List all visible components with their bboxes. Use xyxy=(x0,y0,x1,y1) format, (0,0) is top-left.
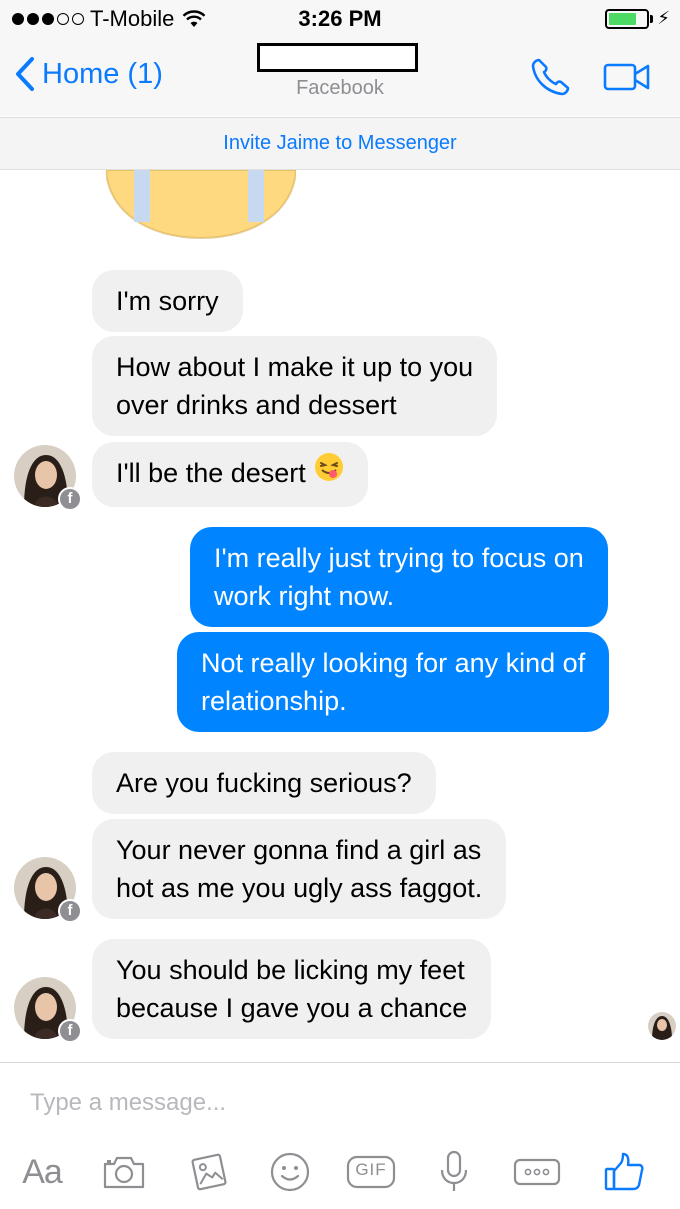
message-composer: Type a message... Aa GIF xyxy=(0,1062,680,1209)
incoming-message: I'm sorry xyxy=(92,270,243,332)
emoji-button[interactable] xyxy=(266,1147,314,1197)
sticker-image[interactable] xyxy=(106,170,296,240)
contact-avatar[interactable]: f xyxy=(14,977,82,1043)
message-text: hot as me you ugly ass faggot. xyxy=(116,873,483,903)
gallery-icon xyxy=(191,1153,227,1191)
message-text: because I gave you a chance xyxy=(116,993,468,1023)
message-text: over drinks and dessert xyxy=(116,390,397,420)
text-format-button[interactable]: Aa xyxy=(18,1147,66,1197)
more-icon xyxy=(513,1158,561,1186)
message-text: Are you fucking serious? xyxy=(116,768,412,798)
emoji-icon xyxy=(270,1152,310,1192)
voice-message-button[interactable] xyxy=(430,1147,478,1197)
microphone-icon xyxy=(440,1150,468,1191)
more-button[interactable] xyxy=(511,1147,563,1197)
invite-banner[interactable]: Invite Jaime to Messenger xyxy=(0,117,680,170)
video-call-button[interactable] xyxy=(603,62,651,97)
conversation-header: Home (1) Facebook xyxy=(0,38,680,116)
battery-icon xyxy=(605,8,654,29)
message-text: How about I make it up to you xyxy=(116,352,474,382)
camera-button[interactable] xyxy=(100,1147,148,1197)
status-bar: T-Mobile 3:26 PM ⚡ xyxy=(0,0,680,38)
phone-icon xyxy=(531,58,570,96)
outgoing-message: Not really looking for any kind of relat… xyxy=(177,632,610,732)
seen-indicator-avatar xyxy=(648,1012,676,1040)
like-button[interactable] xyxy=(600,1147,648,1197)
composer-toolbar: Aa GIF xyxy=(0,1147,680,1197)
face-savoring-food-emoji xyxy=(314,452,344,492)
contact-subtitle: Facebook xyxy=(296,77,384,99)
incoming-message: I'll be the desert xyxy=(92,442,368,507)
contact-avatar[interactable]: f xyxy=(14,857,82,923)
invite-link[interactable]: Invite Jaime to Messenger xyxy=(0,132,680,155)
video-camera-icon xyxy=(603,63,650,91)
message-text: Not really looking for any kind of xyxy=(201,648,586,678)
facebook-badge-icon: f xyxy=(58,899,82,923)
status-right: ⚡ xyxy=(605,8,670,29)
message-input[interactable]: Type a message... xyxy=(30,1089,226,1117)
gallery-button[interactable] xyxy=(185,1147,233,1197)
contact-avatar[interactable]: f xyxy=(14,445,82,511)
message-text: I'm really just trying to focus on xyxy=(214,543,584,573)
incoming-message: Your never gonna find a girl as hot as m… xyxy=(92,819,507,919)
facebook-badge-icon: f xyxy=(58,1019,82,1043)
facebook-badge-icon: f xyxy=(58,487,82,511)
message-text: I'm sorry xyxy=(116,286,219,316)
partial-avatar xyxy=(28,170,88,176)
charging-icon: ⚡ xyxy=(657,8,670,28)
message-text: I'll be the desert xyxy=(116,458,306,488)
incoming-message: Are you fucking serious? xyxy=(92,752,436,814)
aa-label: Aa xyxy=(22,1152,63,1191)
incoming-message: You should be licking my feet because I … xyxy=(92,939,492,1039)
message-text: You should be licking my feet xyxy=(116,955,465,985)
like-icon xyxy=(604,1152,644,1191)
outgoing-message: I'm really just trying to focus on work … xyxy=(190,527,608,627)
status-time: 3:26 PM xyxy=(298,6,382,31)
incoming-message: How about I make it up to you over drink… xyxy=(92,336,498,436)
message-text: Your never gonna find a girl as xyxy=(116,835,482,865)
message-text: relationship. xyxy=(201,686,347,716)
gif-button[interactable]: GIF xyxy=(345,1147,397,1197)
gif-label: GIF xyxy=(355,1160,387,1179)
message-text: work right now. xyxy=(214,581,395,611)
camera-icon xyxy=(103,1156,145,1189)
voice-call-button[interactable] xyxy=(530,57,572,102)
redacted-contact-name xyxy=(257,43,418,72)
